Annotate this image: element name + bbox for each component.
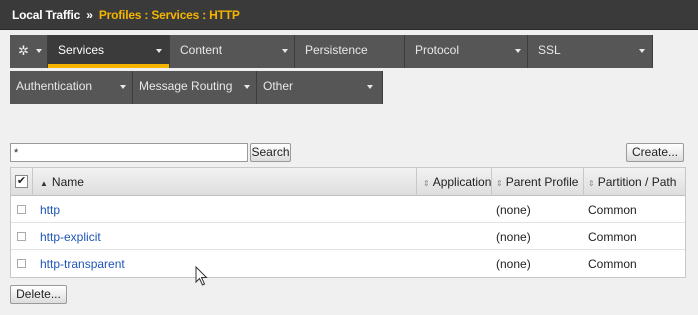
tab-bar-secondary: Authentication Message Routing Other bbox=[10, 71, 383, 104]
tab-label: Protocol bbox=[415, 43, 460, 57]
chevron-down-icon bbox=[244, 85, 250, 89]
profile-name-link[interactable]: http bbox=[40, 203, 60, 217]
sort-ascending-icon: ▲ bbox=[40, 179, 48, 188]
tab-label: Persistence bbox=[305, 43, 368, 57]
profile-name-link[interactable]: http-explicit bbox=[40, 230, 101, 244]
header-name[interactable]: ▲ Name bbox=[33, 168, 417, 196]
sort-icon: ⇕ bbox=[588, 179, 595, 188]
tab-persistence[interactable]: Persistence bbox=[295, 35, 405, 68]
search-button[interactable]: Search bbox=[250, 143, 291, 162]
tab-other[interactable]: Other bbox=[257, 71, 383, 104]
table-row: http-transparent (none) Common bbox=[11, 250, 685, 277]
header-application[interactable]: ⇕ Application bbox=[417, 168, 492, 196]
profiles-table: ✔ ▲ Name ⇕ Application ⇕ Parent Profile ⇕ Pa… bbox=[10, 167, 686, 278]
header-name-label: Name bbox=[51, 175, 84, 189]
create-button[interactable]: Create... bbox=[626, 143, 684, 162]
tab-label: Message Routing bbox=[139, 79, 233, 93]
header-parent-label: Parent Profile bbox=[505, 175, 579, 189]
tab-services[interactable]: Services bbox=[48, 35, 170, 68]
tab-label: SSL bbox=[538, 43, 561, 57]
breadcrumb-separator: » bbox=[86, 8, 93, 22]
sort-icon: ⇕ bbox=[496, 179, 503, 188]
chevron-down-icon bbox=[367, 85, 373, 89]
tab-protocol[interactable]: Protocol bbox=[405, 35, 528, 68]
chevron-down-icon bbox=[156, 49, 162, 53]
table-row: http-explicit (none) Common bbox=[11, 223, 685, 250]
row-checkbox[interactable] bbox=[17, 232, 26, 241]
active-tab-indicator bbox=[48, 64, 169, 68]
partition-cell: Common bbox=[588, 257, 637, 271]
search-input[interactable] bbox=[10, 143, 248, 162]
tab-label: Authentication bbox=[16, 79, 93, 93]
parent-profile-cell: (none) bbox=[496, 257, 531, 271]
row-checkbox[interactable] bbox=[17, 205, 26, 214]
tab-label: Other bbox=[263, 79, 294, 93]
gear-menu-button[interactable]: ✲ bbox=[10, 35, 48, 68]
partition-cell: Common bbox=[588, 203, 637, 217]
tab-label: Services bbox=[58, 43, 105, 57]
tab-message-routing[interactable]: Message Routing bbox=[133, 71, 257, 104]
chevron-down-icon bbox=[639, 49, 645, 53]
breadcrumb: Local Traffic » Profiles : Services : HT… bbox=[12, 8, 240, 22]
tab-content[interactable]: Content bbox=[170, 35, 295, 68]
chevron-down-icon bbox=[120, 85, 126, 89]
tab-label: Content bbox=[180, 43, 223, 57]
tab-bar-primary: ✲ Services Content Persistence Protocol … bbox=[10, 35, 653, 68]
header-partition-label: Partition / Path bbox=[597, 175, 677, 189]
table-header: ✔ ▲ Name ⇕ Application ⇕ Parent Profile ⇕ Pa… bbox=[11, 168, 685, 196]
row-checkbox[interactable] bbox=[17, 259, 26, 268]
chevron-down-icon bbox=[36, 49, 42, 53]
chevron-down-icon bbox=[515, 49, 521, 53]
delete-button[interactable]: Delete... bbox=[10, 285, 67, 304]
header-select-cell: ✔ bbox=[11, 168, 33, 196]
gear-icon: ✲ bbox=[18, 43, 29, 58]
tab-authentication[interactable]: Authentication bbox=[10, 71, 133, 104]
header-parent-profile[interactable]: ⇕ Parent Profile bbox=[492, 168, 584, 196]
mouse-cursor-icon bbox=[195, 266, 208, 286]
breadcrumb-current: Profiles : Services : HTTP bbox=[98, 8, 240, 22]
parent-profile-cell: (none) bbox=[496, 203, 531, 217]
header-partition[interactable]: ⇕ Partition / Path bbox=[584, 168, 685, 196]
chevron-down-icon bbox=[282, 49, 288, 53]
sort-icon: ⇕ bbox=[423, 179, 430, 188]
table-row: http (none) Common bbox=[11, 196, 685, 223]
partition-cell: Common bbox=[588, 230, 637, 244]
select-all-checkbox[interactable]: ✔ bbox=[15, 175, 28, 188]
tab-ssl[interactable]: SSL bbox=[528, 35, 653, 68]
parent-profile-cell: (none) bbox=[496, 230, 531, 244]
profile-name-link[interactable]: http-transparent bbox=[40, 257, 125, 271]
title-bar: Local Traffic » Profiles : Services : HT… bbox=[0, 0, 698, 30]
breadcrumb-root[interactable]: Local Traffic bbox=[12, 8, 80, 22]
header-application-label: Application bbox=[432, 175, 492, 189]
